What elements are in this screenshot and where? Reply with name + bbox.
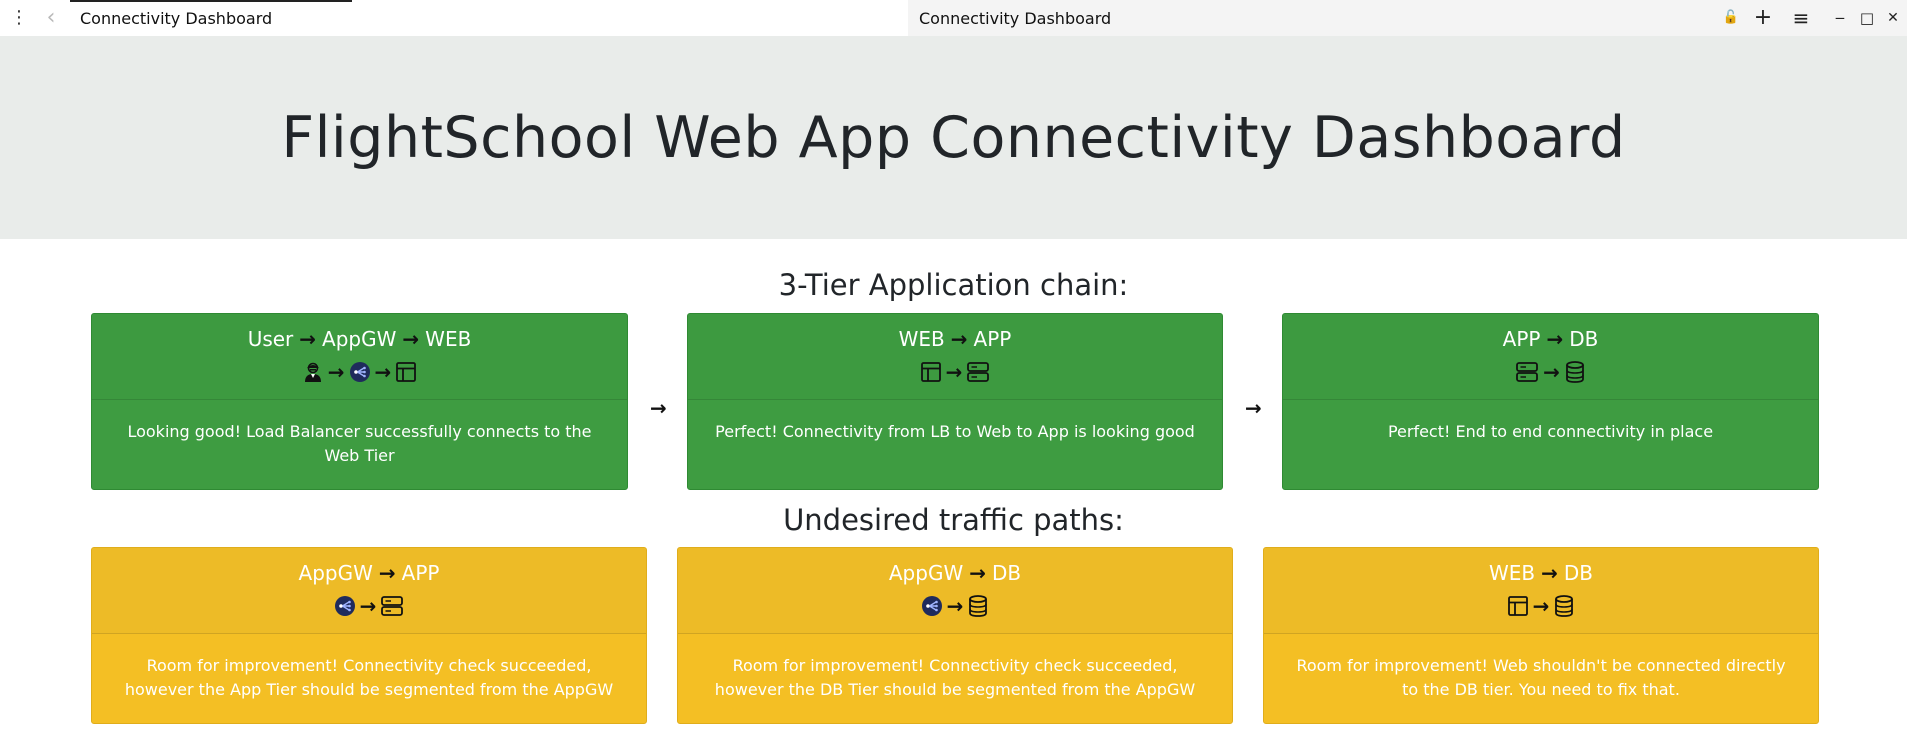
card-path-title: WEB → DB (1264, 561, 1818, 585)
connectivity-card-appgw-to-db: AppGW → DB → Room for improvement! Connectiv… (677, 547, 1233, 724)
path-node-label: DB (1569, 327, 1599, 351)
path-arrow: → (950, 327, 968, 351)
database-icon (1564, 360, 1586, 384)
server-icon (1515, 361, 1539, 383)
card-status-message: Room for improvement! Web shouldn't be c… (1296, 656, 1786, 699)
page-title: FlightSchool Web App Connectivity Dashbo… (281, 104, 1626, 171)
tab-title-left[interactable]: Connectivity Dashboard (80, 9, 272, 28)
icon-arrow: → (374, 360, 392, 384)
path-node-label: APP (401, 561, 440, 585)
icon-arrow: → (1532, 594, 1550, 618)
web-icon (1507, 595, 1529, 617)
card-icon-row: → (1264, 594, 1818, 618)
card-status-message: Perfect! Connectivity from LB to Web to … (715, 422, 1195, 441)
path-node-label: WEB (898, 327, 945, 351)
card-status-message: Room for improvement! Connectivity check… (714, 656, 1196, 699)
connectivity-card-web-to-app: WEB → APP → Perfect! Connectivity from LB to… (687, 313, 1223, 490)
path-node-label: User (247, 327, 294, 351)
server-icon (966, 361, 990, 383)
connectivity-card-appgw-to-app: AppGW → APP → Room for improvement! Connecti… (91, 547, 647, 724)
icon-arrow: → (945, 360, 963, 384)
card-path-title: User → AppGW → WEB (92, 327, 627, 351)
card-icon-row: → (92, 594, 646, 618)
card-header: WEB → APP → (688, 314, 1222, 400)
path-node-label: APP (1502, 327, 1541, 351)
minimize-icon[interactable]: ‒ (1832, 8, 1848, 28)
card-icon-row: → → (92, 360, 627, 384)
database-icon (967, 594, 989, 618)
appgw-icon (349, 361, 371, 383)
active-tab-indicator (70, 0, 352, 2)
chain-arrow: → (650, 396, 667, 420)
card-status-message: Room for improvement! Connectivity check… (124, 656, 614, 699)
card-header: AppGW → APP → (92, 548, 646, 634)
maximize-icon[interactable]: □ (1859, 8, 1875, 28)
card-path-title: WEB → APP (688, 327, 1222, 351)
card-path-title: AppGW → APP (92, 561, 646, 585)
path-node-label: DB (992, 561, 1022, 585)
back-arrow-icon[interactable]: ‹ (40, 6, 62, 30)
lock-icon[interactable]: 🔓 (1722, 8, 1740, 28)
card-icon-row: → (1283, 360, 1818, 384)
connectivity-card-user-to-appgw-to-web: User → AppGW → WEB → → Looking good! Load Balan… (91, 313, 628, 490)
appgw-icon (334, 595, 356, 617)
chain-arrow: → (1245, 396, 1262, 420)
database-icon (1553, 594, 1575, 618)
browser-chrome: ⋮ ‹ Connectivity Dashboard Connectivity … (0, 0, 1907, 36)
path-arrow: → (1546, 327, 1564, 351)
connectivity-card-web-to-db: WEB → DB → Room for improvement! Web shouldn… (1263, 547, 1819, 724)
appgw-icon (921, 595, 943, 617)
kebab-menu-icon[interactable]: ⋮ (10, 8, 28, 28)
undesired-section-title: Undesired traffic paths: (783, 503, 1124, 537)
card-header: APP → DB → (1283, 314, 1818, 400)
path-arrow: → (969, 561, 986, 585)
path-node-label: AppGW (298, 561, 373, 585)
icon-arrow: → (1543, 360, 1560, 384)
path-node-label: DB (1563, 561, 1594, 585)
path-arrow: → (299, 327, 317, 351)
user-icon (302, 361, 324, 383)
path-node-label: APP (973, 327, 1012, 351)
server-icon (380, 595, 404, 617)
hamburger-menu-icon[interactable]: ≡ (1790, 8, 1812, 28)
icon-arrow: → (327, 360, 345, 384)
tab-title-right[interactable]: Connectivity Dashboard (919, 9, 1111, 28)
card-status-message: Perfect! End to end connectivity in plac… (1387, 422, 1714, 441)
path-arrow: → (378, 561, 396, 585)
card-status-message: Looking good! Load Balancer successfully… (127, 422, 592, 465)
desired-section-title: 3-Tier Application chain: (778, 268, 1129, 302)
card-icon-row: → (678, 594, 1232, 618)
web-icon (920, 361, 942, 383)
web-icon (395, 361, 417, 383)
icon-arrow: → (946, 594, 964, 618)
jumbotron: FlightSchool Web App Connectivity Dashbo… (0, 36, 1907, 239)
card-header: User → AppGW → WEB → → (92, 314, 627, 400)
path-node-label: AppGW (888, 561, 964, 585)
connectivity-card-app-to-db: APP → DB → Perfect! End to end connectivity … (1282, 313, 1819, 490)
path-arrow: → (1541, 561, 1558, 585)
path-node-label: AppGW (322, 327, 397, 351)
card-icon-row: → (688, 360, 1222, 384)
close-window-icon[interactable]: ✕ (1885, 8, 1901, 28)
path-node-label: WEB (1488, 561, 1536, 585)
path-node-label: WEB (425, 327, 472, 351)
card-path-title: AppGW → DB (678, 561, 1232, 585)
new-tab-icon[interactable]: + (1752, 7, 1774, 29)
card-header: AppGW → DB → (678, 548, 1232, 634)
icon-arrow: → (359, 594, 377, 618)
path-arrow: → (402, 327, 420, 351)
card-path-title: APP → DB (1283, 327, 1818, 351)
card-header: WEB → DB → (1264, 548, 1818, 634)
